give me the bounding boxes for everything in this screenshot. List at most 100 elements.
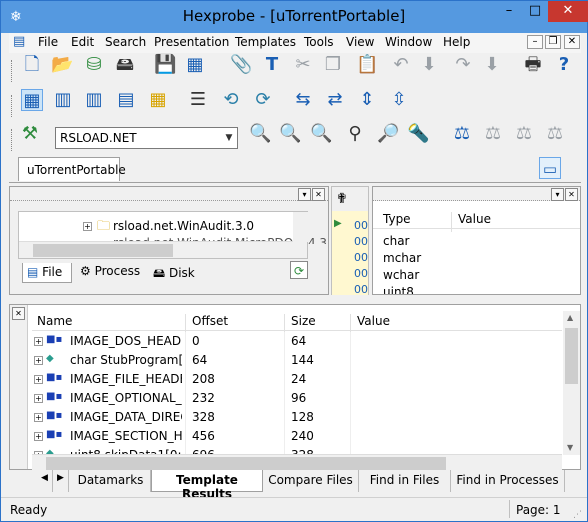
tree-item[interactable]: rsload.net.WinAudit.3.0 bbox=[113, 219, 254, 233]
menu-view[interactable]: View bbox=[346, 35, 374, 49]
undo-down-icon[interactable]: ⬇ bbox=[418, 54, 440, 76]
tab-datamarks[interactable]: Datamarks bbox=[71, 470, 151, 492]
undo-icon[interactable]: ↶ bbox=[390, 54, 412, 76]
column-separator[interactable] bbox=[185, 314, 186, 334]
goto-icon[interactable]: ⚒ bbox=[19, 123, 41, 145]
bookmark-prev-icon[interactable]: ⟲ bbox=[220, 89, 242, 111]
redo-down-icon[interactable]: ⬇ bbox=[481, 54, 503, 76]
paste-icon[interactable]: 📋 bbox=[356, 54, 378, 76]
find-next-icon[interactable]: 🔍 bbox=[279, 123, 301, 145]
search-process-icon[interactable]: 🔦 bbox=[407, 123, 429, 145]
table-row[interactable]: +■▪ IMAGE_DATA_DIRECT 328 128 bbox=[32, 408, 562, 427]
open-drive-icon[interactable]: ⛁ bbox=[83, 54, 105, 76]
copy-icon[interactable]: ❐ bbox=[322, 54, 344, 76]
toolbar-grip[interactable] bbox=[11, 129, 14, 151]
text-icon[interactable]: T bbox=[261, 54, 283, 76]
mdi-restore-button[interactable]: ❐ bbox=[545, 35, 561, 49]
refresh-icon[interactable]: ⟳ bbox=[290, 261, 308, 279]
menu-templates[interactable]: Templates bbox=[235, 35, 296, 49]
expand-icon[interactable]: + bbox=[34, 375, 43, 384]
table-row[interactable]: +■▪ IMAGE_FILE_HEADER 208 24 bbox=[32, 370, 562, 389]
inspector-row[interactable]: char bbox=[383, 234, 410, 248]
columns-icon[interactable]: ☰ bbox=[187, 89, 209, 111]
expand-icon[interactable]: + bbox=[34, 394, 43, 403]
bookmark-next-icon[interactable]: ⟳ bbox=[252, 89, 274, 111]
column-type[interactable]: Type bbox=[383, 212, 411, 226]
expand-icon[interactable]: + bbox=[34, 356, 43, 365]
compare-prev-icon[interactable]: ⚖ bbox=[513, 123, 535, 145]
chevron-down-icon[interactable]: ▼ bbox=[221, 128, 237, 148]
layout-2-icon[interactable]: ▥ bbox=[52, 89, 74, 111]
tab-scroll-left-icon[interactable]: ◀ bbox=[37, 470, 53, 492]
toolbar-grip[interactable] bbox=[11, 60, 14, 82]
table-row[interactable]: +■▪ IMAGE_DOS_HEADER 0 64 bbox=[32, 332, 562, 351]
column-separator[interactable] bbox=[284, 314, 285, 334]
column-separator[interactable] bbox=[350, 314, 351, 334]
table-row[interactable]: +◆ char StubProgram[0: 64 144 bbox=[32, 351, 562, 370]
tab-file[interactable]: ▤ File bbox=[22, 263, 72, 283]
column-offset[interactable]: Offset bbox=[192, 314, 228, 328]
find-icon[interactable]: 🔍 bbox=[249, 123, 271, 145]
scroll-thumb[interactable] bbox=[33, 244, 173, 257]
compare-icon[interactable]: ⚖ bbox=[451, 123, 473, 145]
open-disk-icon[interactable]: 🖴 bbox=[114, 54, 136, 76]
open-file-icon[interactable]: 📂 bbox=[51, 54, 73, 76]
toolbar-grip[interactable] bbox=[11, 95, 14, 117]
layout-1-icon[interactable]: ▦ bbox=[21, 89, 43, 111]
pin-icon[interactable]: ✟ bbox=[336, 191, 348, 207]
expand-h-icon[interactable]: ⇆ bbox=[292, 89, 314, 111]
scroll-thumb[interactable] bbox=[565, 328, 578, 384]
redo-icon[interactable]: ↷ bbox=[452, 54, 474, 76]
menu-search[interactable]: Search bbox=[105, 35, 146, 49]
save-all-icon[interactable]: ▦ bbox=[184, 54, 206, 76]
attach-icon[interactable]: 📎 bbox=[230, 54, 252, 76]
menu-tools[interactable]: Tools bbox=[304, 35, 334, 49]
dropdown-icon[interactable]: ▾ bbox=[551, 188, 564, 201]
template-vscroll[interactable]: ▲ ▼ bbox=[563, 311, 580, 455]
save-icon[interactable]: 💾 bbox=[154, 54, 176, 76]
scroll-down-icon[interactable]: ▼ bbox=[567, 443, 573, 452]
tab-document[interactable]: uTorrentPortable bbox=[18, 157, 126, 181]
expand-v-icon[interactable]: ⇕ bbox=[356, 89, 378, 111]
help-icon[interactable]: ? bbox=[553, 54, 575, 76]
mdi-close-button[interactable]: ✕ bbox=[564, 35, 580, 49]
collapse-h-icon[interactable]: ⇄ bbox=[324, 89, 346, 111]
column-size[interactable]: Size bbox=[291, 314, 316, 328]
explorer-vscroll[interactable] bbox=[293, 212, 310, 242]
compare-next-icon[interactable]: ⚖ bbox=[482, 123, 504, 145]
column-separator[interactable] bbox=[451, 212, 452, 232]
table-row[interactable]: +■▪ IMAGE_SECTION_HEA 456 240 bbox=[32, 427, 562, 446]
new-file-icon[interactable]: 🗋 bbox=[21, 54, 43, 76]
replace-icon[interactable]: ⚲ bbox=[344, 123, 366, 145]
highlight-icon[interactable]: ▦ bbox=[147, 89, 169, 111]
inspector-row[interactable]: uint8 bbox=[383, 285, 414, 294]
inspector-row[interactable]: wchar bbox=[383, 268, 419, 282]
scroll-thumb[interactable] bbox=[46, 457, 446, 470]
column-name[interactable]: Name bbox=[37, 314, 72, 328]
column-value[interactable]: Value bbox=[357, 314, 390, 328]
expand-icon[interactable]: + bbox=[34, 413, 43, 422]
inspector-row[interactable]: mchar bbox=[383, 251, 421, 265]
menu-presentation[interactable]: Presentation bbox=[154, 35, 229, 49]
template-hscroll[interactable] bbox=[32, 454, 562, 471]
compare-stop-icon[interactable]: ⚖ bbox=[544, 123, 566, 145]
layout-3-icon[interactable]: ▥ bbox=[83, 89, 105, 111]
print-icon[interactable]: 🖶 bbox=[522, 54, 544, 76]
collapse-v-icon[interactable]: ⇳ bbox=[388, 89, 410, 111]
tab-scroll-right-icon[interactable]: ▶ bbox=[53, 470, 69, 492]
menu-file[interactable]: File bbox=[38, 35, 58, 49]
expand-icon[interactable]: + bbox=[83, 222, 92, 231]
expand-icon[interactable]: + bbox=[34, 337, 43, 346]
panel-toggle-icon[interactable]: ▭ bbox=[539, 157, 561, 179]
cut-icon[interactable]: ✂ bbox=[292, 54, 314, 76]
close-icon[interactable]: ✕ bbox=[312, 188, 325, 201]
tab-disk[interactable]: 🖴 Disk bbox=[149, 262, 201, 282]
address-combo[interactable]: RSLOAD.NET ▼ bbox=[55, 127, 238, 149]
close-icon[interactable]: ✕ bbox=[12, 307, 25, 320]
menu-help[interactable]: Help bbox=[443, 35, 470, 49]
maximize-button[interactable]: □ bbox=[522, 1, 548, 22]
table-row[interactable]: + ■▪ IMAGE_OPTIONAL_H 232 96 bbox=[32, 389, 562, 408]
close-icon[interactable]: ✕ bbox=[565, 188, 578, 201]
find-prev-icon[interactable]: 🔍 bbox=[310, 123, 332, 145]
tab-process[interactable]: ⚙ Process bbox=[76, 262, 146, 282]
